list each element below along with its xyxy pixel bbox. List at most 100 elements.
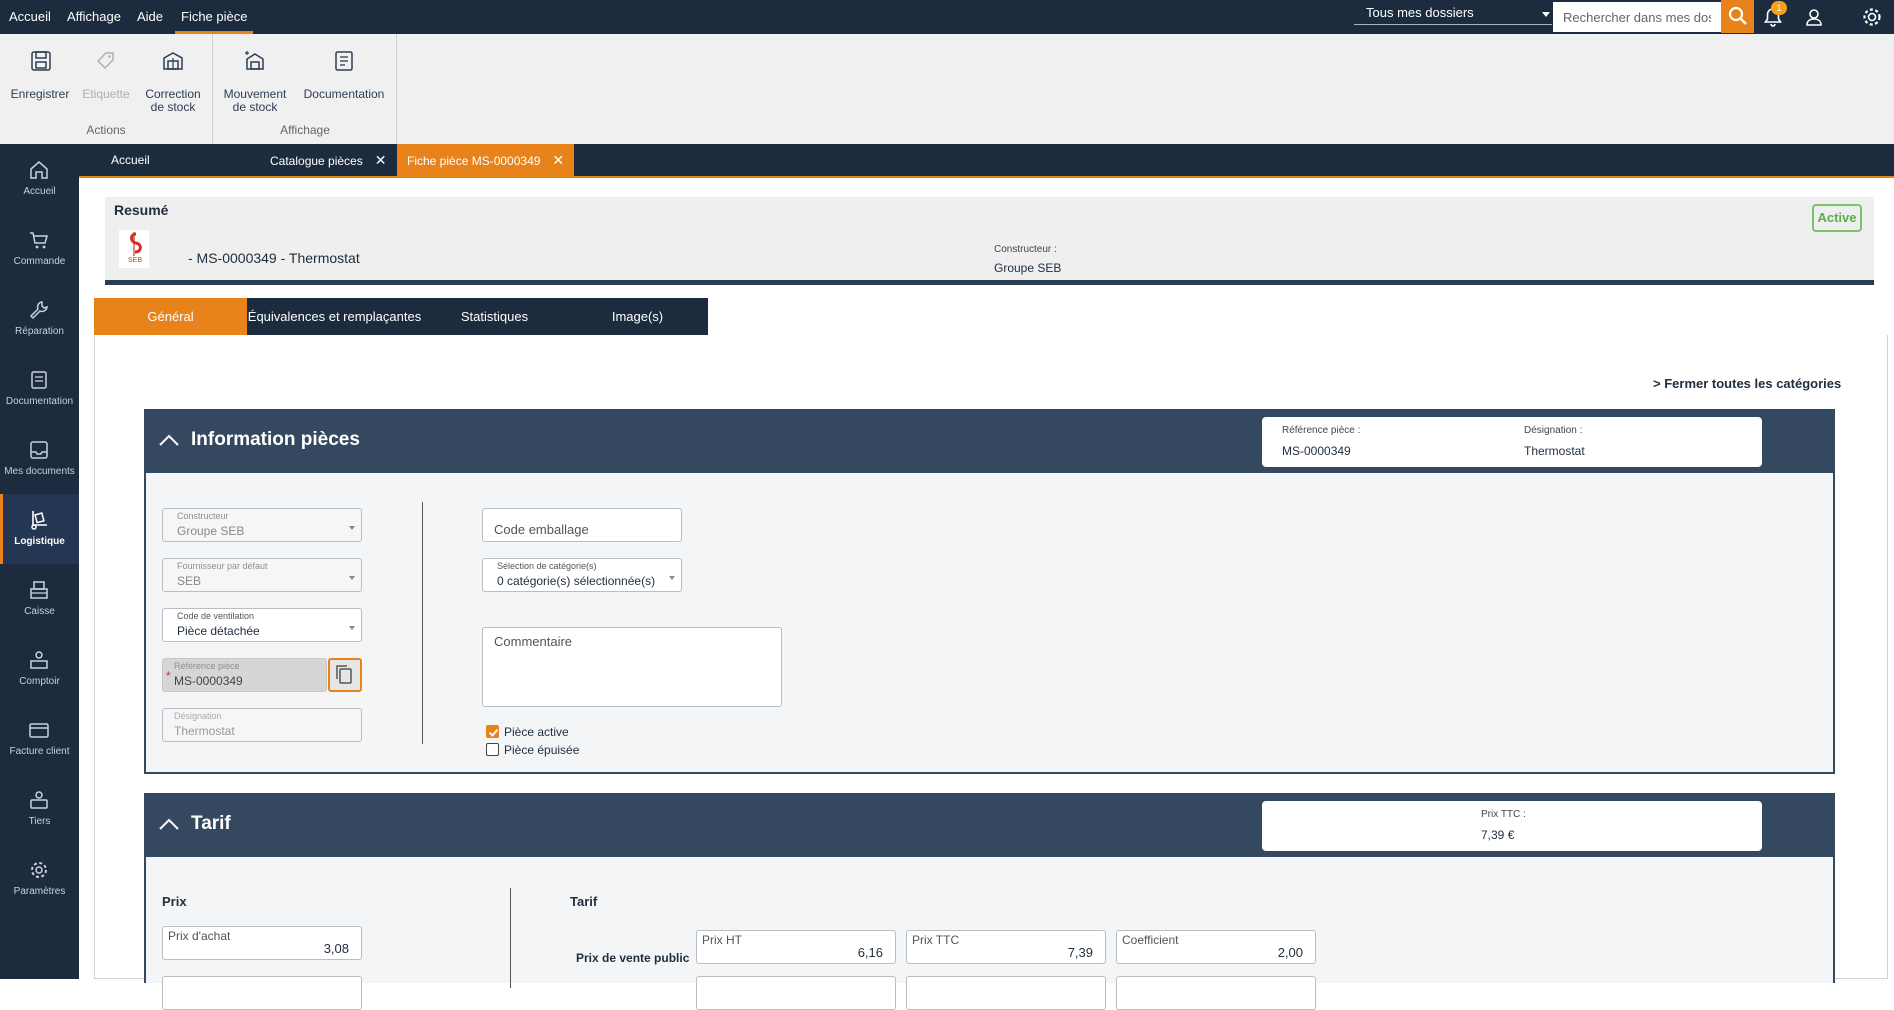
document-tabs: Accueil Catalogue pièces ✕ Fiche pièce MS… (79, 144, 1894, 176)
prix-ttc-label: Prix TTC : (1481, 809, 1526, 820)
menu-accueil[interactable]: Accueil (9, 0, 51, 34)
designation-label: Désignation : (1524, 425, 1583, 436)
coefficient-field[interactable]: Coefficient 2,00 (1116, 930, 1316, 964)
reference-field[interactable]: * Référence pièce MS-0000349 (162, 658, 327, 692)
search-button[interactable] (1721, 0, 1754, 33)
tarif-field-row2-1[interactable] (696, 976, 896, 1010)
field-label: Prix TTC (912, 933, 960, 947)
field-value: 0 catégorie(s) sélectionnée(s) (497, 574, 656, 588)
nav-documentation[interactable]: Documentation (0, 354, 79, 424)
nav-accueil[interactable]: Accueil (0, 144, 79, 214)
invoice-icon (29, 723, 49, 738)
documentation-button[interactable]: Documentation (300, 34, 388, 124)
nav-comptoir[interactable]: Comptoir (0, 634, 79, 704)
column-divider (422, 502, 423, 744)
field-label: Coefficient (1122, 933, 1179, 947)
copy-button[interactable] (328, 658, 362, 692)
nav-label: Réparation (15, 326, 64, 337)
chevron-down-icon (349, 626, 355, 630)
prix-ttc-field[interactable]: Prix TTC 7,39 (906, 930, 1106, 964)
tab-label: Catalogue pièces (270, 154, 363, 168)
chevron-up-icon[interactable] (158, 433, 180, 447)
nav-reparation[interactable]: Réparation (0, 284, 79, 354)
designation-field[interactable]: Désignation Thermostat (162, 708, 362, 742)
nav-label: Tiers (28, 816, 51, 827)
prix-heading: Prix (162, 894, 187, 909)
dossier-select[interactable]: Tous mes dossiers (1354, 3, 1552, 25)
tarif-field-row2-2[interactable] (906, 976, 1106, 1010)
code-emballage-input[interactable]: Code emballage (482, 508, 682, 542)
card-header[interactable]: Information pièces Référence pièce : MS-… (146, 411, 1833, 473)
tab-general[interactable]: Général (94, 298, 247, 335)
tab-images[interactable]: Image(s) (567, 298, 708, 335)
wrench-icon (29, 301, 48, 320)
commentaire-textarea[interactable]: Commentaire (482, 627, 782, 707)
piece-active-checkbox[interactable] (486, 725, 499, 738)
check-icon (488, 728, 499, 737)
chevron-down-icon (1542, 12, 1550, 17)
stock-movement-label-2: de stock (232, 100, 278, 114)
document-icon (31, 371, 47, 389)
nav-label: Accueil (23, 186, 56, 197)
field-label: Constructeur (177, 511, 229, 521)
label-button[interactable]: Etiquette (78, 34, 134, 124)
tarif-field-row2-3[interactable] (1116, 976, 1316, 1010)
nav-tiers[interactable]: Tiers (0, 774, 79, 844)
piece-epuisee-checkbox[interactable] (486, 743, 499, 756)
tab-accueil[interactable]: Accueil (101, 144, 160, 176)
fournisseur-select[interactable]: Fournisseur par défaut SEB (162, 558, 362, 592)
save-button[interactable]: Enregistrer (5, 34, 75, 124)
nav-facture-client[interactable]: Facture client (0, 704, 79, 774)
close-all-categories-link[interactable]: > Fermer toutes les catégories (1653, 376, 1841, 391)
header-summary-box: Référence pièce : MS-0000349 Désignation… (1262, 417, 1762, 467)
summary-title: Resumé (114, 202, 169, 218)
piece-epuisee-label: Pièce épuisée (504, 743, 580, 757)
tab-catalogue-pieces[interactable]: Catalogue pièces ✕ (260, 144, 396, 176)
tab-equivalences[interactable]: Équivalences et remplaçantes (247, 298, 422, 335)
prix-achat-field[interactable]: Prix d'achat 3,08 (162, 926, 362, 960)
stock-movement-button[interactable]: Mouvement de stock (220, 34, 290, 124)
card-header[interactable]: Tarif Prix TTC : 7,39 € (146, 795, 1833, 857)
ribbon-divider (396, 34, 397, 144)
user-icon[interactable] (1801, 4, 1827, 30)
part-title: - MS-0000349 - Thermostat (188, 250, 360, 266)
placeholder-text: Code emballage (494, 522, 589, 537)
constructeur-select[interactable]: Constructeur Groupe SEB (162, 508, 362, 542)
chevron-down-icon (349, 526, 355, 530)
close-all-label: Fermer toutes les catégories (1664, 376, 1842, 391)
field-label: Fournisseur par défaut (177, 561, 268, 571)
ventilation-select[interactable]: Code de ventilation Pièce détachée (162, 608, 362, 642)
field-value: Pièce détachée (177, 624, 260, 638)
menu-affichage[interactable]: Affichage (67, 0, 121, 34)
menu-aide[interactable]: Aide (137, 0, 163, 34)
search-input[interactable] (1553, 2, 1721, 32)
categorie-select[interactable]: Sélection de catégorie(s) 0 catégorie(s)… (482, 558, 682, 592)
tab-fiche-piece[interactable]: Fiche pièce MS-0000349 ✕ (397, 144, 575, 176)
header-summary-box: Prix TTC : 7,39 € (1262, 801, 1762, 851)
ref-label: Référence pièce : (1282, 425, 1361, 436)
close-icon[interactable]: ✕ (552, 144, 564, 176)
counter-icon (30, 651, 48, 669)
nav-mes-documents[interactable]: Mes documents (0, 424, 79, 494)
menu-fiche-piece[interactable]: Fiche pièce (175, 0, 254, 34)
nav-caisse[interactable]: Caisse (0, 564, 79, 634)
nav-logistique[interactable]: Logistique (0, 494, 79, 564)
tab-statistiques[interactable]: Statistiques (422, 298, 567, 335)
close-icon[interactable]: ✕ (375, 144, 387, 176)
nav-commande[interactable]: Commande (0, 214, 79, 284)
save-label: Enregistrer (10, 87, 70, 101)
tab-label: Accueil (111, 153, 150, 167)
field-value: Groupe SEB (177, 524, 245, 538)
documentation-label: Documentation (303, 87, 385, 101)
stock-correction-button[interactable]: Correction de stock (140, 34, 206, 124)
nav-label: Mes documents (4, 466, 75, 477)
chevron-down-icon (349, 576, 355, 580)
side-navigation: Accueil Commande Réparation Documentatio… (0, 144, 79, 979)
nav-parametres[interactable]: Paramètres (0, 844, 79, 914)
chevron-up-icon[interactable] (158, 817, 180, 831)
cart-icon (30, 232, 48, 249)
prix-ht-field[interactable]: Prix HT 6,16 (696, 930, 896, 964)
stock-correction-label-1: Correction (145, 87, 201, 101)
prix-field-2[interactable] (162, 976, 362, 1010)
gear-icon[interactable] (1859, 4, 1885, 30)
